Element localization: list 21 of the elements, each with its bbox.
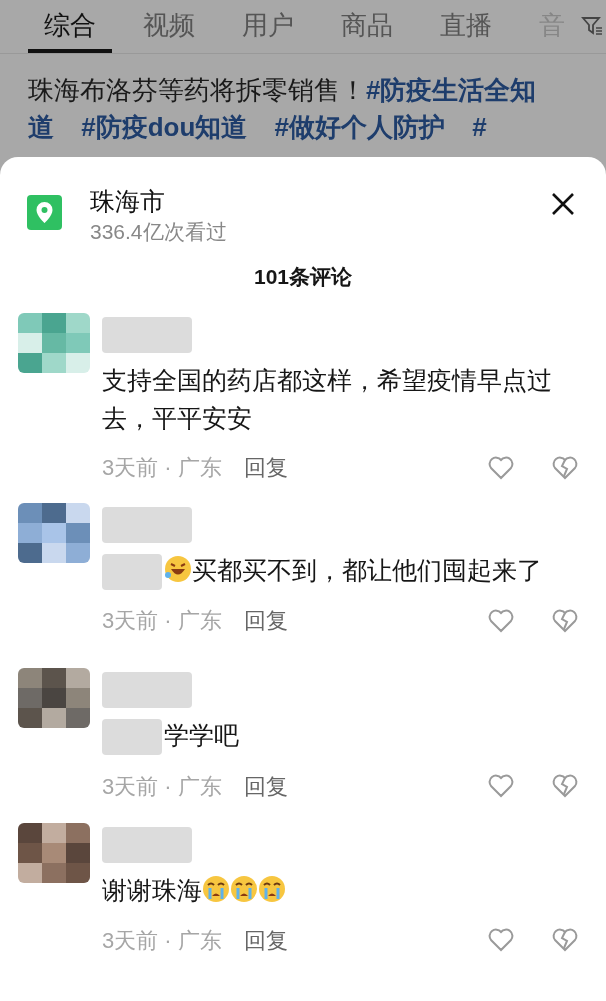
tab[interactable]: 直播 [424, 1, 508, 53]
comment-text: 支持全国的药店都这样，希望疫情早点过去，平平安安 [102, 365, 552, 432]
post-caption: 珠海布洛芬等药将拆零销售！#防疫生活全知道 #防疫dou知道 #做好个人防护 # [28, 74, 538, 144]
reply-button[interactable]: 回复 [243, 923, 288, 957]
view-count: 336.4亿次看过 [90, 219, 228, 245]
tab[interactable]: 商品 [325, 1, 409, 53]
reply-button[interactable]: 回复 [243, 451, 288, 484]
tab[interactable]: 视频 [127, 1, 211, 53]
comment-text: 买都买不到，都让他们囤起来了 [192, 555, 542, 584]
comment-meta: 3天前 · 广东 [102, 607, 222, 636]
tab[interactable]: 用户 [226, 1, 310, 53]
comment-count: 101条评论 [253, 264, 352, 290]
comment-text: 学学吧 [164, 720, 239, 749]
location-title: 珠海市 [90, 186, 166, 217]
comment-meta: 3天前 · 广东 [102, 926, 222, 955]
comment-meta: 3天前 · 广东 [102, 454, 222, 482]
comment-meta: 3天前 · 广东 [102, 772, 222, 801]
tab[interactable]: 综合 [28, 1, 112, 53]
comment-text: 谢谢珠海 [102, 876, 202, 905]
reply-button[interactable]: 回复 [243, 769, 288, 803]
reply-button[interactable]: 回复 [243, 604, 288, 638]
